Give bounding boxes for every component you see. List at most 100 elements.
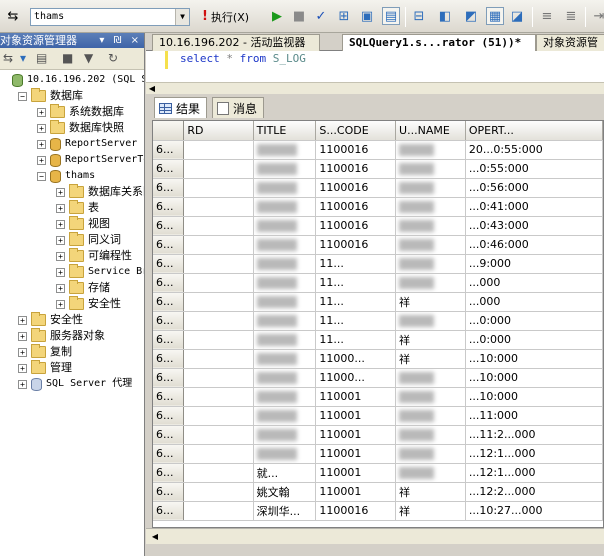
table-row[interactable]: 6... 1100016 ...0:43:000 — [153, 216, 603, 236]
tab-messages[interactable]: 消息 — [212, 97, 265, 118]
tree-node[interactable]: + 服务器对象 — [18, 328, 105, 344]
row-header[interactable]: 6... — [153, 368, 185, 388]
expand-icon[interactable]: + — [56, 235, 65, 245]
table-row[interactable]: 6... 11... 祥 ...0:000 — [153, 330, 603, 350]
row-header[interactable]: 6... — [153, 178, 185, 198]
tree-node[interactable]: + 存储 — [56, 280, 110, 296]
table-cell[interactable] — [395, 273, 466, 293]
table-cell[interactable] — [253, 216, 317, 236]
table-cell[interactable]: ...0:56:000 — [465, 178, 603, 198]
row-header[interactable]: 6... — [153, 482, 185, 502]
database-select[interactable]: thams ▼ — [30, 8, 190, 26]
comment-icon[interactable]: ≡ — [538, 7, 556, 25]
table-cell[interactable] — [253, 235, 317, 255]
stop-icon[interactable]: ■ — [290, 7, 308, 25]
table-cell[interactable]: ...12:2...000 — [465, 482, 603, 502]
table-cell[interactable]: ...0:43:000 — [465, 216, 603, 236]
table-cell[interactable]: ...11:000 — [465, 406, 603, 426]
table-cell[interactable] — [395, 159, 466, 179]
row-header[interactable]: 6... — [153, 197, 185, 217]
expand-icon[interactable]: + — [18, 315, 27, 325]
results-to-grid-icon[interactable]: ▦ — [486, 7, 504, 25]
table-row[interactable]: 6... 深圳华... 1100016 祥 ...10:27...000 — [153, 501, 603, 521]
table-row[interactable]: 6... 11... ...0:000 — [153, 311, 603, 331]
column-header[interactable]: U...NAME — [395, 121, 466, 141]
table-cell[interactable] — [253, 254, 317, 274]
table-cell[interactable]: 祥 — [395, 501, 466, 521]
table-cell[interactable]: 1100016 — [315, 235, 397, 255]
table-cell[interactable] — [183, 368, 254, 388]
table-cell[interactable]: 110001 — [315, 463, 397, 483]
table-cell[interactable] — [183, 311, 254, 331]
table-cell[interactable] — [253, 159, 317, 179]
filter-icon[interactable]: ▼ — [84, 51, 93, 65]
panel-buttons[interactable]: ▾ ₪ × — [99, 33, 142, 48]
table-cell[interactable] — [395, 368, 466, 388]
table-cell[interactable]: 110001 — [315, 387, 397, 407]
row-header[interactable]: 6... — [153, 273, 185, 293]
table-cell[interactable] — [183, 178, 254, 198]
table-cell[interactable] — [253, 311, 317, 331]
expand-icon[interactable]: + — [56, 299, 65, 309]
expand-icon[interactable]: + — [18, 347, 27, 357]
table-row[interactable]: 6... 110001 ...10:000 — [153, 387, 603, 407]
table-row[interactable]: 6... 11000... 祥 ...10:000 — [153, 349, 603, 369]
table-cell[interactable]: 1100016 — [315, 178, 397, 198]
table-cell[interactable]: 祥 — [395, 292, 466, 312]
table-cell[interactable]: ...0:46:000 — [465, 235, 603, 255]
client-stats-icon[interactable]: ◧ — [436, 7, 454, 25]
table-cell[interactable] — [253, 425, 317, 445]
column-header[interactable]: RD — [183, 121, 254, 141]
table-row[interactable]: 6... 11000... ...10:000 — [153, 368, 603, 388]
tree-node[interactable]: + 安全性 — [18, 312, 83, 328]
row-header[interactable]: 6... — [153, 292, 185, 312]
table-row[interactable]: 6... 就... 110001 ...12:1...000 — [153, 463, 603, 483]
table-cell[interactable] — [183, 140, 254, 160]
collapse-icon[interactable]: − — [37, 171, 46, 181]
table-row[interactable]: 6... 110001 ...11:000 — [153, 406, 603, 426]
table-cell[interactable]: 110001 — [315, 482, 397, 502]
table-cell[interactable]: 1100016 — [315, 216, 397, 236]
expand-icon[interactable]: + — [37, 155, 46, 165]
expand-icon[interactable]: + — [37, 139, 46, 149]
table-cell[interactable] — [183, 292, 254, 312]
expand-icon[interactable]: + — [18, 331, 27, 341]
results-grid-icon[interactable]: ▤ — [382, 7, 400, 25]
table-cell[interactable]: ...12:1...000 — [465, 463, 603, 483]
table-cell[interactable]: 11... — [315, 330, 397, 350]
table-cell[interactable]: 就... — [253, 463, 317, 483]
table-cell[interactable] — [253, 406, 317, 426]
table-cell[interactable]: ...000 — [465, 273, 603, 293]
connect-icon[interactable]: ⇆ — [4, 7, 22, 25]
table-cell[interactable]: 11... — [315, 311, 397, 331]
expand-icon[interactable]: + — [56, 187, 65, 197]
row-header[interactable]: 6... — [153, 387, 185, 407]
tree-node[interactable]: − 数据库 — [18, 88, 83, 104]
tree-node[interactable]: − thams — [37, 168, 95, 184]
tree-node[interactable]: + 可编程性 — [56, 248, 132, 264]
row-header[interactable]: 6... — [153, 330, 185, 350]
table-cell[interactable] — [183, 273, 254, 293]
table-cell[interactable] — [183, 425, 254, 445]
table-row[interactable]: 6... 110001 ...12:1...000 — [153, 444, 603, 464]
table-cell[interactable]: 11000... — [315, 349, 397, 369]
expand-icon[interactable]: + — [56, 219, 65, 229]
tree-node[interactable]: + Service Brol — [56, 264, 144, 280]
row-header[interactable]: 6... — [153, 406, 185, 426]
expand-icon[interactable]: + — [56, 203, 65, 213]
table-cell[interactable]: 1100016 — [315, 501, 397, 521]
table-cell[interactable]: ...0:000 — [465, 330, 603, 350]
expand-icon[interactable]: + — [56, 267, 65, 277]
scroll-left-icon[interactable]: ◀ — [148, 531, 162, 543]
stop-icon[interactable]: ■ — [62, 51, 73, 65]
column-header[interactable]: OPERT... — [465, 121, 603, 141]
tree-node[interactable]: + 安全性 — [56, 296, 121, 312]
table-cell[interactable] — [395, 387, 466, 407]
table-cell[interactable]: 祥 — [395, 482, 466, 502]
row-header[interactable]: 6... — [153, 159, 185, 179]
tree-node[interactable]: + 复制 — [18, 344, 72, 360]
table-cell[interactable] — [183, 254, 254, 274]
tree-node[interactable]: + SQL Server 代理 — [18, 376, 132, 392]
table-row[interactable]: 6... 1100016 20...0:55:000 — [153, 140, 603, 160]
table-cell[interactable] — [395, 254, 466, 274]
